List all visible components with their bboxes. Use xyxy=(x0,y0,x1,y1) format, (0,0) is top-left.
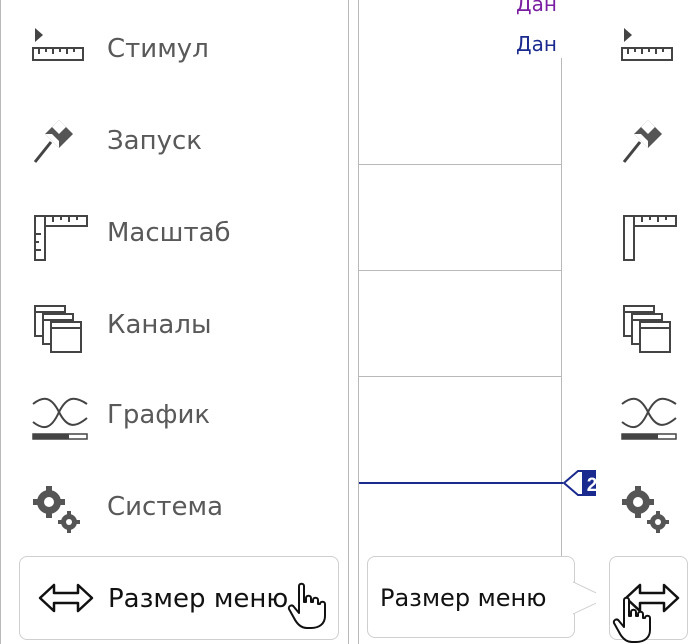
trace-graph-icon xyxy=(621,397,677,440)
plot-grid xyxy=(359,58,562,588)
side-menu-collapsed xyxy=(596,0,688,644)
hand-cursor-icon xyxy=(612,596,651,643)
hand-cursor-icon xyxy=(287,582,326,629)
trace-line xyxy=(359,482,563,484)
double-arrow-icon xyxy=(38,583,94,613)
menu-item-trace[interactable]: График xyxy=(1,370,348,460)
tooltip: Размер меню xyxy=(367,556,575,638)
trace-graph-icon xyxy=(32,397,88,440)
stimulus-ruler-icon xyxy=(621,28,673,61)
menu-item-channels[interactable] xyxy=(596,280,688,370)
trigger-flag-icon xyxy=(622,120,662,163)
menu-item-trigger[interactable] xyxy=(596,96,688,186)
menu-item-trace[interactable] xyxy=(596,370,688,460)
scale-ruler-icon xyxy=(623,215,677,261)
channels-windows-icon xyxy=(34,305,82,353)
menu-item-label: График xyxy=(107,400,211,430)
system-gears-icon xyxy=(622,486,669,533)
menu-item-system[interactable] xyxy=(596,462,688,552)
menu-item-stimulus[interactable]: Стимул xyxy=(1,4,348,94)
grid-line xyxy=(359,164,561,165)
menu-item-scale[interactable]: Масштаб xyxy=(1,188,348,278)
stimulus-ruler-icon xyxy=(32,28,84,61)
menu-item-scale[interactable] xyxy=(596,188,688,278)
menu-item-system[interactable]: Система xyxy=(1,462,348,552)
side-menu: Стимул Запуск Масштаб Каналы График Сист… xyxy=(0,0,349,644)
trace-legend-1: Дан xyxy=(516,0,557,16)
graph-area: Дан Дан 2 xyxy=(358,0,605,644)
scale-ruler-icon xyxy=(34,215,88,261)
menu-item-label: Запуск xyxy=(107,126,202,156)
menu-item-label: Система xyxy=(107,492,224,522)
grid-line xyxy=(359,376,561,377)
system-gears-icon xyxy=(33,486,80,533)
trace-legend-2: Дан xyxy=(516,32,557,56)
trigger-flag-icon xyxy=(33,120,73,163)
menu-item-label: Масштаб xyxy=(107,218,231,248)
menu-item-stimulus[interactable] xyxy=(596,4,688,94)
menu-item-label: Каналы xyxy=(107,310,212,340)
menu-size-label: Размер меню xyxy=(108,584,289,614)
menu-item-channels[interactable]: Каналы xyxy=(1,280,348,370)
channels-windows-icon xyxy=(623,305,671,353)
grid-line xyxy=(359,270,561,271)
tooltip-text: Размер меню xyxy=(380,584,547,612)
menu-item-label: Стимул xyxy=(107,34,209,64)
menu-item-trigger[interactable]: Запуск xyxy=(1,96,348,186)
